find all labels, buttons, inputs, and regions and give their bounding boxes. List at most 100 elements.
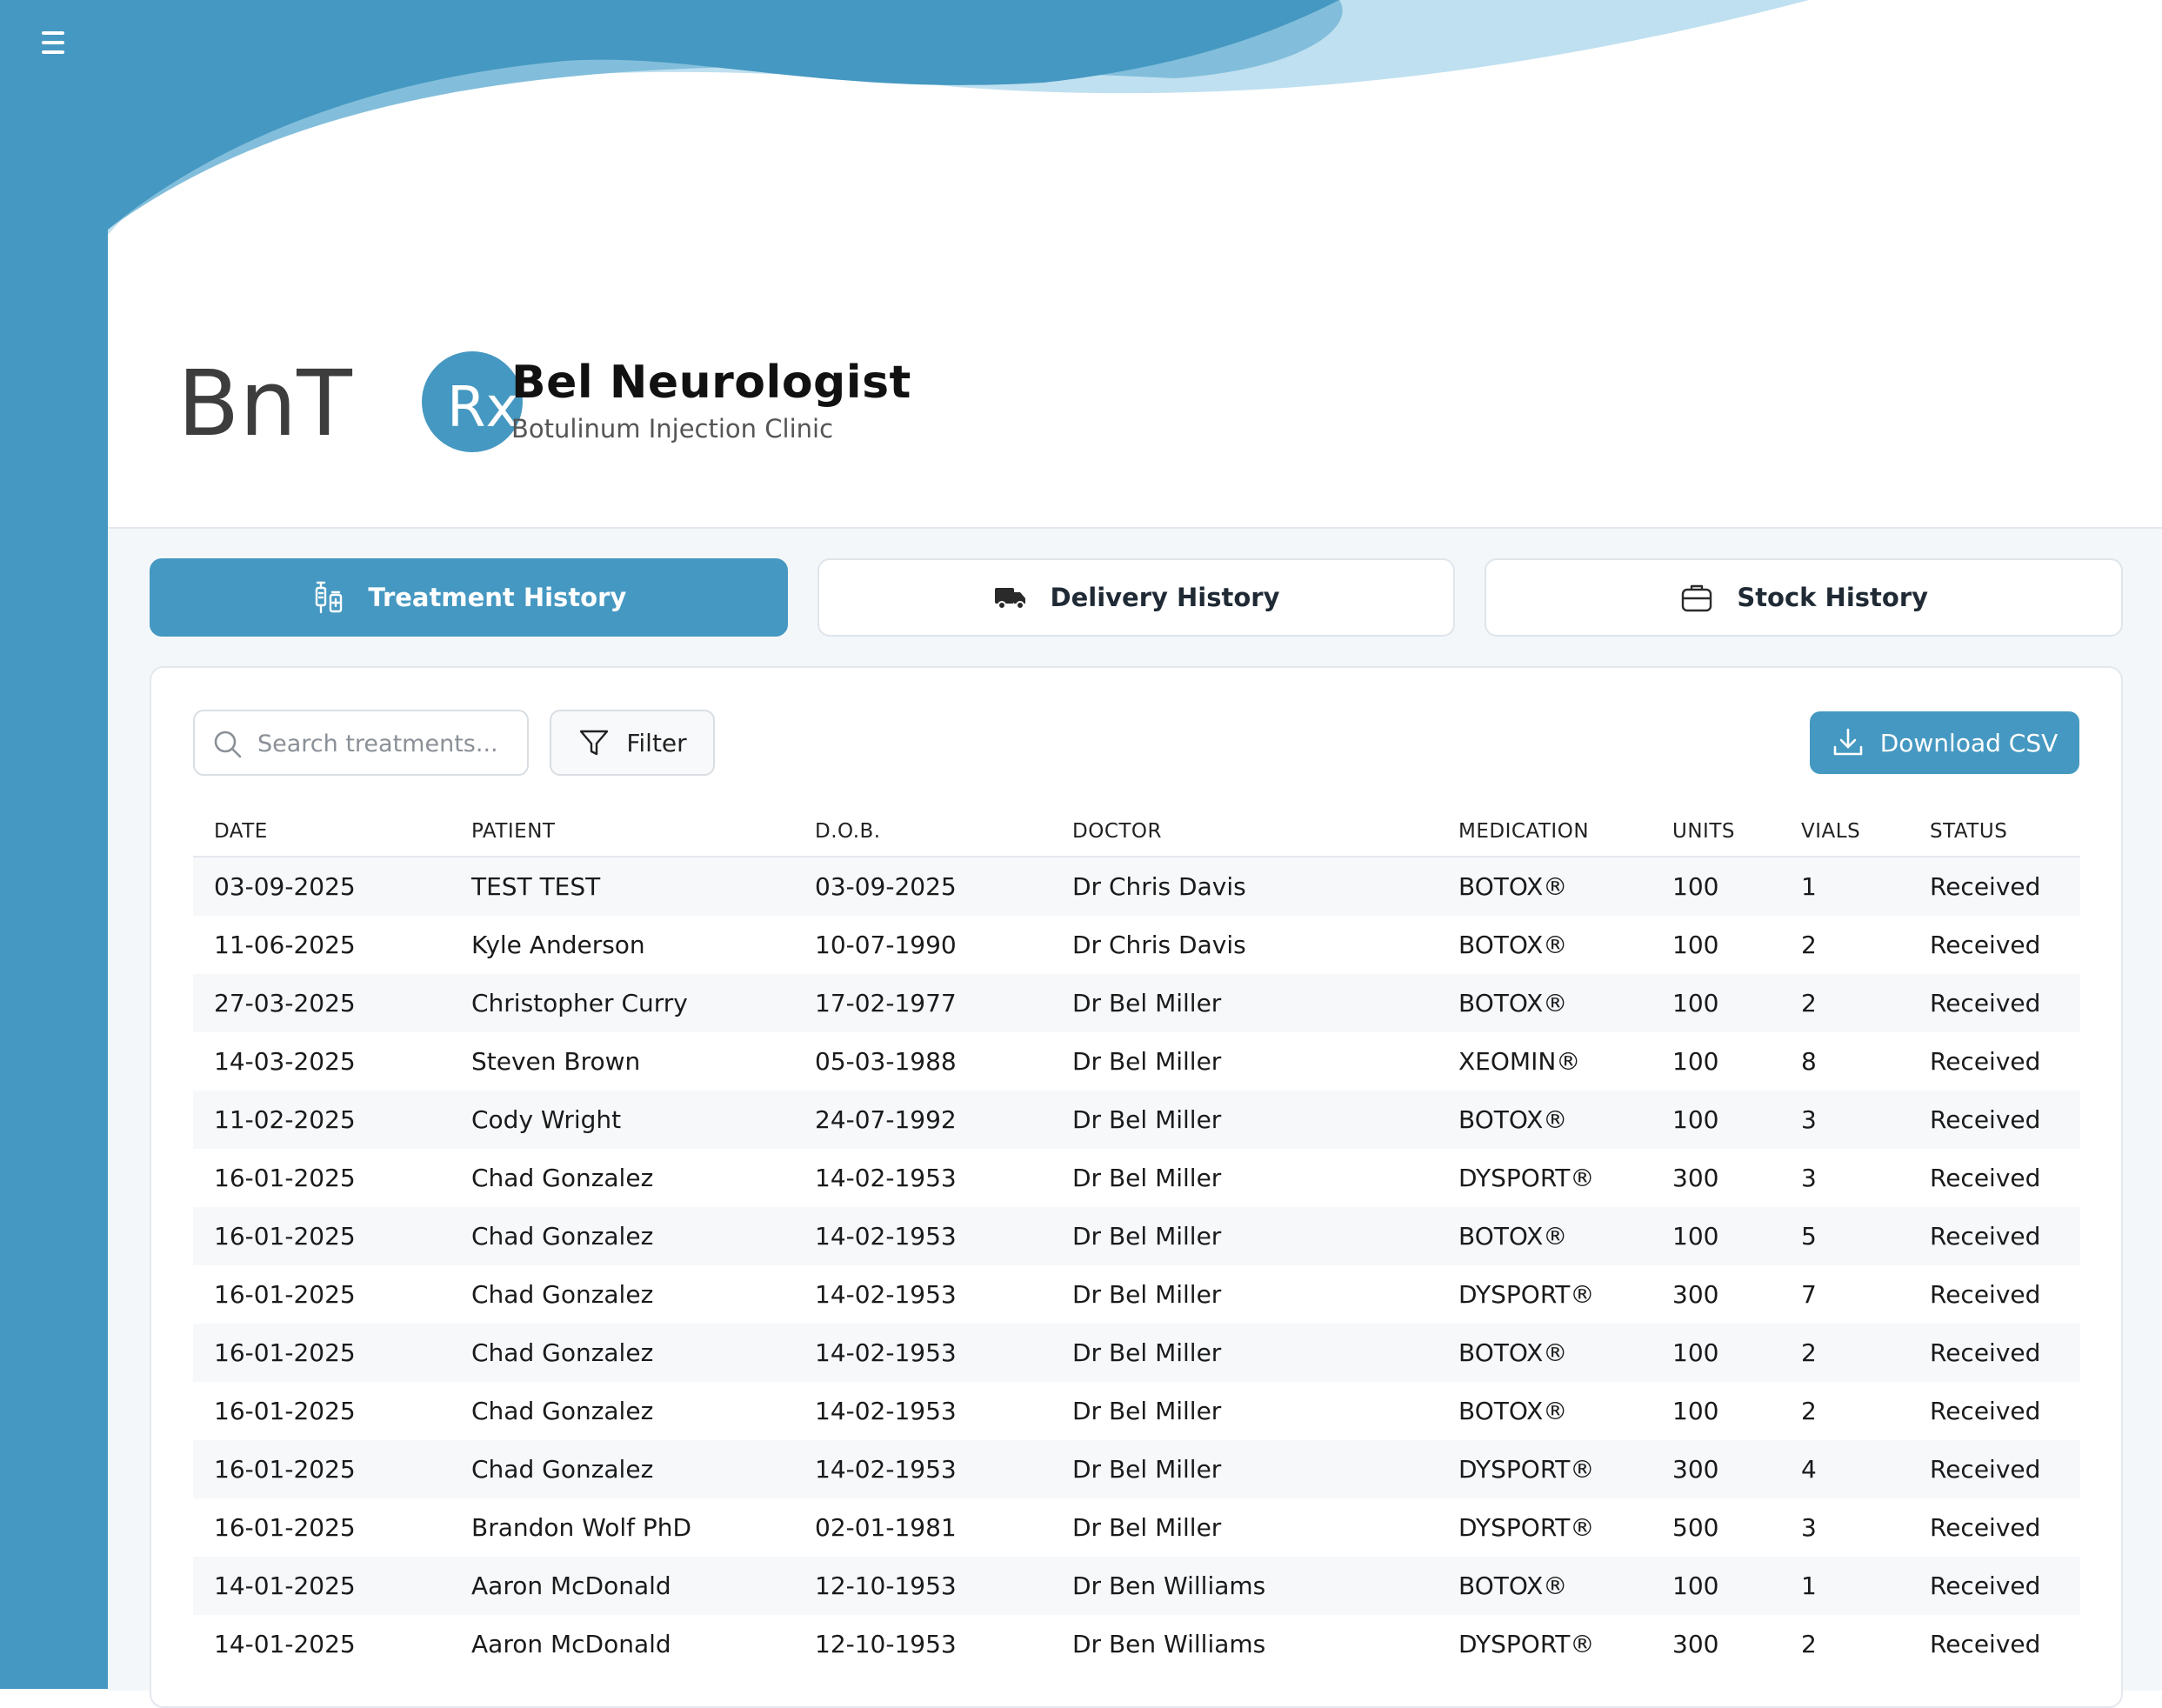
cell-patient: Chad Gonzalez bbox=[471, 1222, 654, 1251]
cell-date: 16-01-2025 bbox=[214, 1397, 356, 1425]
cell-medication: BOTOX® bbox=[1458, 872, 1568, 901]
col-doctor-header[interactable]: DOCTOR bbox=[1051, 807, 1438, 857]
cell-status: Received bbox=[1930, 1280, 2041, 1309]
col-units-header[interactable]: UNITS bbox=[1652, 807, 1780, 857]
cell-units: 100 bbox=[1672, 1222, 1719, 1251]
cell-doctor: Dr Bel Miller bbox=[1072, 1105, 1222, 1134]
col-medication-header[interactable]: MEDICATION bbox=[1438, 807, 1652, 857]
col-dob-header[interactable]: D.O.B. bbox=[794, 807, 1051, 857]
cell-medication: DYSPORT® bbox=[1458, 1280, 1595, 1309]
cell-date: 16-01-2025 bbox=[214, 1222, 356, 1251]
table-header-row: DATE PATIENT D.O.B. DOCTOR MEDICATION UN… bbox=[193, 807, 2080, 857]
table-toolbar: Filter Download CSV bbox=[193, 710, 2079, 776]
cell-status: Received bbox=[1930, 989, 2041, 1017]
table-body: 03-09-2025 TEST TEST 03-09-2025 Dr Chris Da… bbox=[193, 857, 2080, 1673]
download-label: Download CSV bbox=[1879, 728, 2059, 757]
svg-text:BnT: BnT bbox=[177, 350, 352, 457]
table-row[interactable]: 16-01-2025 Brandon Wolf PhD 02-01-1981 Dr B… bbox=[193, 1498, 2080, 1557]
cell-doctor: Dr Bel Miller bbox=[1072, 1280, 1222, 1309]
cell-dob: 17-02-1977 bbox=[815, 989, 957, 1017]
cell-dob: 03-09-2025 bbox=[815, 872, 957, 901]
cell-medication: BOTOX® bbox=[1458, 1397, 1568, 1425]
table-row[interactable]: 16-01-2025 Chad Gonzalez 14-02-1953 Dr Bel … bbox=[193, 1382, 2080, 1440]
filter-button[interactable]: Filter bbox=[550, 710, 715, 776]
table-row[interactable]: 16-01-2025 Chad Gonzalez 14-02-1953 Dr Bel … bbox=[193, 1265, 2080, 1324]
cell-doctor: Dr Chris Davis bbox=[1072, 931, 1246, 959]
cell-date: 16-01-2025 bbox=[214, 1455, 356, 1484]
download-icon bbox=[1833, 728, 1863, 756]
table-row[interactable]: 16-01-2025 Chad Gonzalez 14-02-1953 Dr Bel … bbox=[193, 1440, 2080, 1498]
col-patient-header[interactable]: PATIENT bbox=[450, 807, 794, 857]
cell-patient: Chad Gonzalez bbox=[471, 1338, 654, 1367]
cell-date: 14-01-2025 bbox=[214, 1630, 356, 1658]
cell-medication: XEOMIN® bbox=[1458, 1047, 1581, 1076]
cell-date: 11-06-2025 bbox=[214, 931, 356, 959]
cell-status: Received bbox=[1930, 1455, 2041, 1484]
cell-doctor: Dr Bel Miller bbox=[1072, 1164, 1222, 1192]
cell-units: 300 bbox=[1672, 1280, 1719, 1309]
cell-medication: BOTOX® bbox=[1458, 1222, 1568, 1251]
treatment-table: DATE PATIENT D.O.B. DOCTOR MEDICATION UN… bbox=[193, 807, 2080, 1673]
cell-date: 27-03-2025 bbox=[214, 989, 356, 1017]
col-status-header[interactable]: STATUS bbox=[1909, 807, 2080, 857]
cell-doctor: Dr Ben Williams bbox=[1072, 1571, 1266, 1600]
cell-patient: Christopher Curry bbox=[471, 989, 688, 1017]
filter-label: Filter bbox=[626, 728, 687, 757]
search-box bbox=[193, 710, 529, 776]
cell-vials: 2 bbox=[1801, 1338, 1817, 1367]
cell-medication: BOTOX® bbox=[1458, 989, 1568, 1017]
tab-delivery-history[interactable]: Delivery History bbox=[817, 558, 1456, 637]
table-row[interactable]: 16-01-2025 Chad Gonzalez 14-02-1953 Dr Bel … bbox=[193, 1207, 2080, 1265]
tab-treatment-history[interactable]: Treatment History bbox=[150, 558, 788, 637]
cell-doctor: Dr Bel Miller bbox=[1072, 1397, 1222, 1425]
cell-patient: Chad Gonzalez bbox=[471, 1397, 654, 1425]
cell-doctor: Dr Bel Miller bbox=[1072, 1222, 1222, 1251]
cell-patient: Aaron McDonald bbox=[471, 1630, 671, 1658]
cell-dob: 14-02-1953 bbox=[815, 1338, 957, 1367]
bntrx-logo: BnT Rx bbox=[177, 350, 523, 457]
cell-vials: 2 bbox=[1801, 1397, 1817, 1425]
cell-dob: 12-10-1953 bbox=[815, 1630, 957, 1658]
tab-bar: Treatment History Delivery History Stock… bbox=[150, 558, 2124, 637]
search-input[interactable] bbox=[256, 720, 520, 767]
treatment-history-card: Filter Download CSV DATE PATIENT D.O.B. bbox=[150, 666, 2123, 1708]
cell-doctor: Dr Bel Miller bbox=[1072, 1338, 1222, 1367]
cell-units: 100 bbox=[1672, 1105, 1719, 1134]
cell-doctor: Dr Ben Williams bbox=[1072, 1630, 1266, 1658]
cell-date: 16-01-2025 bbox=[214, 1280, 356, 1309]
cell-vials: 8 bbox=[1801, 1047, 1817, 1076]
header-wave-decoration bbox=[108, 0, 1809, 330]
table-row[interactable]: 16-01-2025 Chad Gonzalez 14-02-1953 Dr Bel … bbox=[193, 1324, 2080, 1382]
cell-vials: 1 bbox=[1801, 872, 1817, 901]
cell-medication: BOTOX® bbox=[1458, 1571, 1568, 1600]
cell-units: 100 bbox=[1672, 989, 1719, 1017]
table-row[interactable]: 16-01-2025 Chad Gonzalez 14-02-1953 Dr Bel … bbox=[193, 1149, 2080, 1207]
cell-vials: 1 bbox=[1801, 1571, 1817, 1600]
cell-status: Received bbox=[1930, 1513, 2041, 1542]
col-date-header[interactable]: DATE bbox=[193, 807, 450, 857]
table-row[interactable]: 14-03-2025 Steven Brown 05-03-1988 Dr Bel M… bbox=[193, 1032, 2080, 1091]
col-vials-header[interactable]: VIALS bbox=[1780, 807, 1909, 857]
cell-medication: BOTOX® bbox=[1458, 1105, 1568, 1134]
briefcase-icon bbox=[1682, 584, 1712, 612]
table-row[interactable]: 11-06-2025 Kyle Anderson 10-07-1990 Dr Chri… bbox=[193, 916, 2080, 974]
table-row[interactable]: 14-01-2025 Aaron McDonald 12-10-1953 Dr Ben… bbox=[193, 1615, 2080, 1673]
table-row[interactable]: 27-03-2025 Christopher Curry 17-02-1977 Dr … bbox=[193, 974, 2080, 1032]
tab-label: Stock History bbox=[1737, 583, 1929, 612]
table-row[interactable]: 11-02-2025 Cody Wright 24-07-1992 Dr Bel Mi… bbox=[193, 1091, 2080, 1149]
cell-dob: 14-02-1953 bbox=[815, 1280, 957, 1309]
table-row[interactable]: 03-09-2025 TEST TEST 03-09-2025 Dr Chris Da… bbox=[193, 857, 2080, 916]
cell-medication: DYSPORT® bbox=[1458, 1630, 1595, 1658]
cell-date: 03-09-2025 bbox=[214, 872, 356, 901]
cell-patient: Steven Brown bbox=[471, 1047, 641, 1076]
download-csv-button[interactable]: Download CSV bbox=[1810, 711, 2079, 774]
cell-vials: 3 bbox=[1801, 1513, 1817, 1542]
cell-status: Received bbox=[1930, 1338, 2041, 1367]
cell-units: 100 bbox=[1672, 1338, 1719, 1367]
cell-dob: 24-07-1992 bbox=[815, 1105, 957, 1134]
tab-stock-history[interactable]: Stock History bbox=[1485, 558, 2124, 637]
cell-patient: TEST TEST bbox=[471, 872, 601, 901]
cell-vials: 7 bbox=[1801, 1280, 1817, 1309]
table-row[interactable]: 14-01-2025 Aaron McDonald 12-10-1953 Dr Ben… bbox=[193, 1557, 2080, 1615]
cell-status: Received bbox=[1930, 1571, 2041, 1600]
